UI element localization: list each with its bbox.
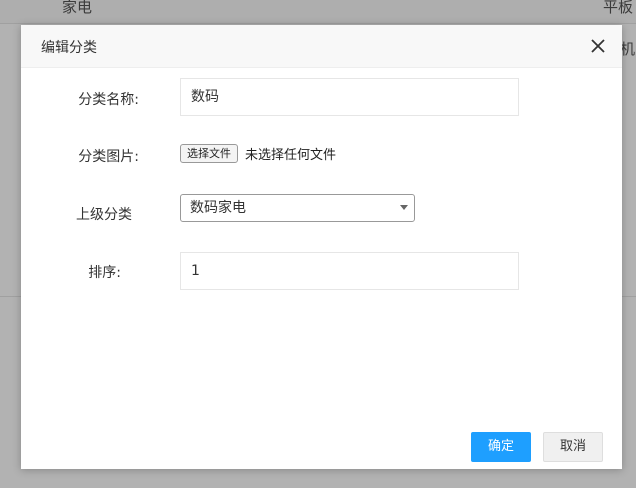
category-name-input[interactable]: 数码 — [180, 78, 519, 116]
edit-category-dialog: 编辑分类 分类名称: 数码 分类图片: 选择文件 未选择任何文件 上级分类 数码… — [21, 25, 622, 469]
dialog-title: 编辑分类 — [41, 40, 97, 56]
parent-category-select[interactable]: 数码家电 — [180, 194, 415, 222]
sort-order-label: 排序: — [88, 265, 121, 281]
close-icon[interactable] — [588, 36, 608, 56]
sort-order-input[interactable]: 1 — [180, 252, 519, 290]
category-image-label: 分类图片: — [78, 149, 139, 165]
parent-category-value: 数码家电 — [190, 200, 246, 216]
category-name-label: 分类名称: — [78, 92, 139, 108]
chevron-down-icon — [400, 205, 408, 210]
confirm-button[interactable]: 确定 — [471, 432, 531, 462]
file-status-text: 未选择任何文件 — [245, 148, 337, 163]
choose-file-button[interactable]: 选择文件 — [180, 144, 238, 163]
cancel-button[interactable]: 取消 — [543, 432, 603, 462]
parent-category-label: 上级分类 — [76, 207, 132, 223]
dialog-header: 编辑分类 — [21, 25, 622, 68]
